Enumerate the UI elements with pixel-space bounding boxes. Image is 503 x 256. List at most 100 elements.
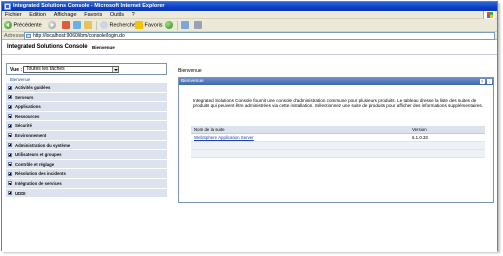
intro-text: Integrated Solutions Console fournit une… xyxy=(193,98,483,109)
suite-table: Nom de la suite Version WebSphere Applic… xyxy=(191,126,485,158)
column-header-version: Version xyxy=(409,126,485,134)
nav-item-label: Applications xyxy=(15,104,41,110)
toolbar-separator xyxy=(177,21,178,30)
page-title: Bienvenue xyxy=(178,68,202,74)
suite-link[interactable]: WebSphere Application Server xyxy=(191,133,409,142)
mail-icon xyxy=(181,21,189,29)
menu-help[interactable]: ? xyxy=(129,11,138,19)
view-dropdown[interactable]: Toutes les tâches xyxy=(23,66,119,73)
nav-item-label: Intégration de services xyxy=(15,180,62,186)
home-button[interactable] xyxy=(84,21,92,30)
navigation-panel: Vue : Toutes les tâches Bienvenue Activi… xyxy=(6,63,167,253)
print-icon xyxy=(194,21,202,29)
page-icon xyxy=(26,34,31,38)
forward-arrow-icon xyxy=(48,21,56,29)
welcome-portlet: Bienvenue ? - Integrated Solutions Conso… xyxy=(178,77,494,203)
expand-icon[interactable] xyxy=(8,114,12,119)
stop-icon xyxy=(62,21,70,29)
nav-item-guided-activities[interactable]: Activités guidées xyxy=(6,83,167,93)
table-header-row: Nom de la suite Version xyxy=(191,126,485,134)
nav-item-label: Résolution des incidents xyxy=(15,171,66,177)
nav-item-label: Administration du système xyxy=(15,142,71,148)
nav-item-label: Serveurs xyxy=(15,94,34,100)
expand-icon[interactable] xyxy=(8,85,12,90)
banner-welcome: Bienvenue xyxy=(92,45,115,50)
expand-icon[interactable] xyxy=(8,152,12,157)
nav-item-label: Environnement xyxy=(15,132,47,138)
menu-edit[interactable]: Edition xyxy=(26,11,49,19)
expand-icon[interactable] xyxy=(8,171,12,176)
nav-item-service-integration[interactable]: Intégration de services xyxy=(6,178,167,189)
nav-item-applications[interactable]: Applications xyxy=(6,102,167,112)
toolbar-separator xyxy=(96,21,97,30)
expand-icon[interactable] xyxy=(8,143,12,148)
suite-version: 6.1.0.33 xyxy=(409,133,485,142)
nav-item-security[interactable]: Sécurité xyxy=(6,121,167,131)
expand-icon[interactable] xyxy=(8,133,12,138)
view-label: Vue : xyxy=(10,67,23,73)
address-url: http://localhost:9060/ibm/console/login.… xyxy=(33,33,125,39)
menu-bar: Fichier Edition Affichage Favoris Outils… xyxy=(2,11,497,19)
favorites-button[interactable]: Favoris xyxy=(135,21,163,30)
back-arrow-icon xyxy=(4,21,12,29)
nav-item-label: Sécurité xyxy=(15,123,32,129)
menu-tools[interactable]: Outils xyxy=(107,11,127,19)
nav-item-servers[interactable]: Serveurs xyxy=(6,92,167,103)
search-icon xyxy=(100,21,108,29)
expand-icon[interactable] xyxy=(8,95,12,100)
home-icon xyxy=(84,21,92,29)
minimize-icon[interactable]: - xyxy=(487,79,492,84)
nav-item-label: Bienvenue xyxy=(10,77,31,82)
address-bar: Adresse http://localhost:9060/ibm/consol… xyxy=(2,32,497,40)
nav-item-welcome[interactable]: Bienvenue xyxy=(6,76,167,83)
print-button[interactable] xyxy=(194,21,202,30)
help-icon[interactable]: ? xyxy=(479,79,485,84)
nav-item-environment[interactable]: Environnement xyxy=(6,130,167,141)
chevron-down-icon[interactable] xyxy=(112,67,118,72)
star-icon xyxy=(135,21,143,29)
address-label: Adresse xyxy=(4,33,25,39)
forward-button[interactable] xyxy=(48,21,56,30)
menu-file[interactable]: Fichier xyxy=(2,11,25,19)
refresh-button[interactable] xyxy=(73,21,81,30)
expand-icon[interactable] xyxy=(8,104,12,109)
window-title: Integrated Solutions Console - Microsoft… xyxy=(13,3,165,9)
stop-button[interactable] xyxy=(62,21,70,30)
nav-item-resources[interactable]: Ressources xyxy=(6,111,167,122)
table-row-empty xyxy=(191,141,485,150)
view-selector: Vue : Toutes les tâches xyxy=(6,63,167,75)
expand-icon[interactable] xyxy=(8,181,12,186)
nav-item-system-administration[interactable]: Administration du système xyxy=(6,140,167,151)
nav-item-label: Ressources xyxy=(15,113,40,119)
nav-item-label: Activités guidées xyxy=(15,85,51,90)
table-row-empty xyxy=(191,149,485,158)
page-content: Integrated Solutions Console Bienvenue V… xyxy=(2,41,497,252)
nav-item-users-groups[interactable]: Utilisateurs et groupes xyxy=(6,150,167,160)
refresh-icon xyxy=(73,21,81,29)
address-field[interactable]: http://localhost:9060/ibm/console/login.… xyxy=(24,32,495,40)
nav-item-monitoring-tuning[interactable]: Contrôle et réglage xyxy=(6,159,167,170)
expand-icon[interactable] xyxy=(8,123,12,128)
history-button[interactable] xyxy=(165,21,173,30)
menu-view[interactable]: Affichage xyxy=(51,11,80,19)
table-row: WebSphere Application Server 6.1.0.33 xyxy=(191,133,485,142)
mail-button[interactable] xyxy=(181,21,189,30)
back-label: Précédente xyxy=(13,22,42,29)
nav-item-troubleshooting[interactable]: Résolution des incidents xyxy=(6,169,167,179)
nav-item-label: Contrôle et réglage xyxy=(15,161,55,167)
portlet-header: Bienvenue ? - xyxy=(179,78,493,85)
console-banner: Integrated Solutions Console Bienvenue xyxy=(2,41,497,55)
title-bar: Integrated Solutions Console - Microsoft… xyxy=(2,2,497,11)
search-button[interactable]: Rechercher xyxy=(100,21,138,30)
portlet-title: Bienvenue xyxy=(181,79,204,84)
expand-icon[interactable] xyxy=(8,162,12,167)
product-title: Integrated Solutions Console xyxy=(7,44,88,50)
favorites-label: Favoris xyxy=(144,22,163,29)
nav-item-label: UDDI xyxy=(15,190,26,196)
expand-icon[interactable] xyxy=(8,191,12,196)
nav-item-uddi[interactable]: UDDI xyxy=(6,188,167,199)
back-button[interactable]: Précédente xyxy=(4,21,42,30)
ie-icon xyxy=(4,3,11,10)
column-header-suite: Nom de la suite xyxy=(191,126,409,134)
menu-favorites[interactable]: Favoris xyxy=(81,11,105,19)
